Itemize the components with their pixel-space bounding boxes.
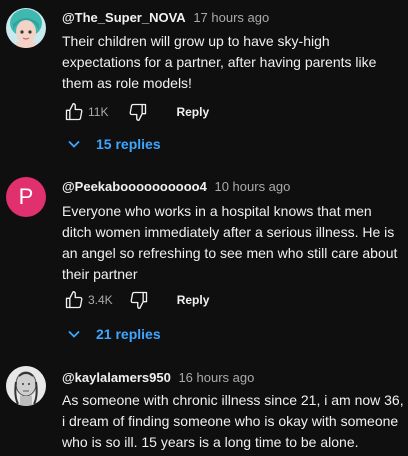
comment-meta: @The_Super_NOVA 17 hours ago	[62, 10, 269, 26]
teal-hair-avatar-icon	[6, 8, 46, 48]
comment-text: Everyone who works in a hospital knows t…	[62, 203, 398, 282]
chevron-down-icon	[66, 326, 82, 342]
reply-button[interactable]: Reply	[177, 293, 210, 307]
avatar[interactable]: P	[6, 177, 46, 217]
thumbs-up-icon	[65, 103, 83, 121]
comment-meta: @Peekaboooooooooo4 10 hours ago	[62, 179, 290, 195]
like-button[interactable]	[62, 288, 86, 312]
timestamp[interactable]: 16 hours ago	[178, 370, 254, 385]
avatar[interactable]	[6, 366, 46, 406]
dislike-button[interactable]	[126, 100, 150, 124]
timestamp[interactable]: 17 hours ago	[193, 10, 269, 25]
chevron-down-icon	[66, 136, 82, 152]
author-name[interactable]: @Peekaboooooooooo4	[62, 179, 207, 194]
replies-count-label: 21 replies	[96, 326, 161, 342]
author-name[interactable]: @The_Super_NOVA	[62, 10, 186, 25]
avatar-letter: P	[18, 184, 34, 209]
like-button[interactable]	[62, 100, 86, 124]
replies-count-label: 15 replies	[96, 136, 161, 152]
view-replies-button[interactable]: 21 replies	[66, 322, 161, 346]
dislike-button[interactable]	[127, 288, 151, 312]
like-count: 11K	[88, 105, 109, 119]
timestamp[interactable]: 10 hours ago	[214, 179, 290, 194]
sketch-portrait-avatar-icon	[6, 366, 46, 406]
avatar[interactable]	[6, 8, 46, 48]
comment-meta: @kaylalamers950 16 hours ago	[62, 370, 254, 386]
reply-button[interactable]: Reply	[176, 105, 209, 119]
comment-actions: 11K Reply	[62, 100, 209, 124]
comment-text: Their children will grow up to have sky-…	[62, 33, 377, 91]
thumbs-up-icon	[65, 291, 83, 309]
comment-actions: 3.4K Reply	[62, 288, 209, 312]
author-name[interactable]: @kaylalamers950	[62, 370, 171, 385]
thumbs-down-icon	[130, 291, 147, 309]
comment-text: As someone with chronic illness since 21…	[62, 392, 404, 450]
thumbs-down-icon	[130, 103, 147, 122]
like-count: 3.4K	[88, 293, 113, 307]
view-replies-button[interactable]: 15 replies	[66, 132, 161, 156]
